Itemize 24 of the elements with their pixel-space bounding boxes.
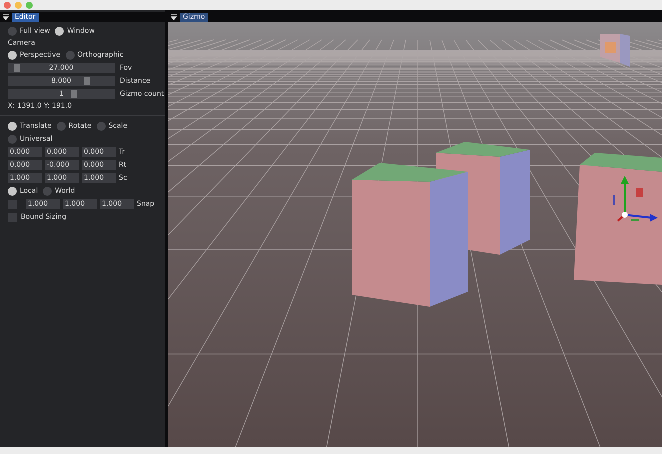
checkbox[interactable]: [8, 212, 17, 222]
collapse-icon[interactable]: [3, 14, 9, 20]
zoom-button[interactable]: [26, 2, 33, 8]
cube-drawing[interactable]: [574, 153, 662, 285]
slider-grab[interactable]: [14, 64, 20, 72]
radio-button[interactable]: [96, 122, 106, 130]
collapse-icon[interactable]: [171, 14, 177, 20]
radio-button[interactable]: [43, 186, 52, 196]
slider-grab[interactable]: [84, 77, 90, 85]
slider-grab[interactable]: [71, 90, 78, 98]
transform-gizmo-icon[interactable]: [613, 176, 658, 222]
radio-button[interactable]: [8, 50, 17, 60]
radio-button[interactable]: [56, 122, 66, 130]
radio-button[interactable]: [8, 26, 17, 36]
close-button[interactable]: [4, 2, 11, 8]
radio-button[interactable]: [8, 122, 17, 130]
radio-button[interactable]: [66, 50, 75, 60]
checkbox[interactable]: [8, 200, 17, 208]
radio-button[interactable]: [55, 26, 64, 36]
cube-drawing[interactable]: [352, 163, 468, 307]
radio-button[interactable]: [8, 186, 17, 196]
view-cube-icon[interactable]: [600, 34, 630, 67]
radio-button[interactable]: [8, 134, 17, 144]
minimize-button[interactable]: [15, 2, 22, 8]
